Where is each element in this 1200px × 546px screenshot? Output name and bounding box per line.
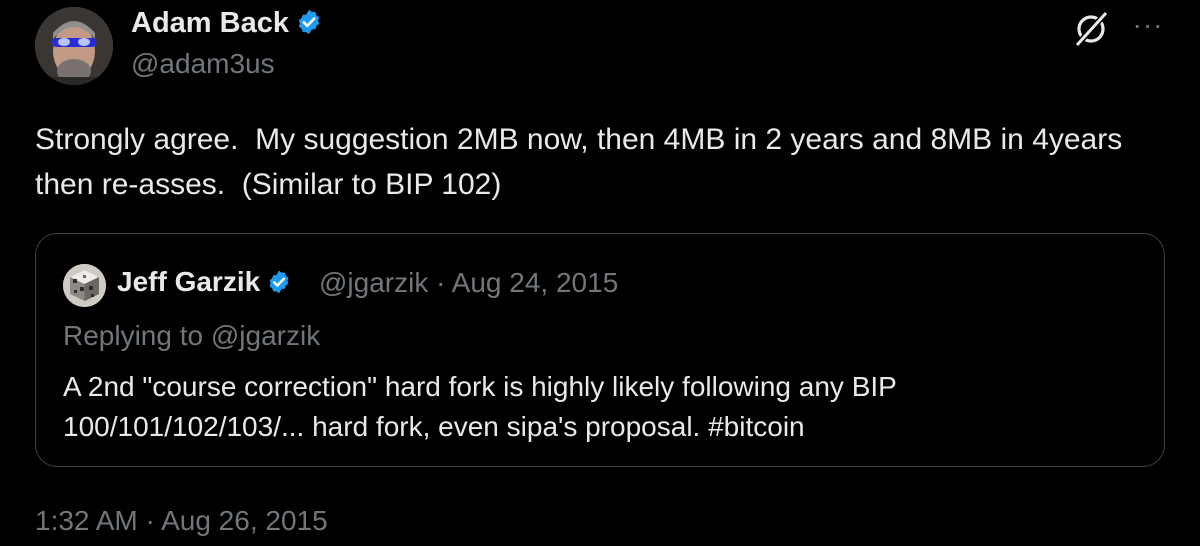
quoted-handle-date[interactable]: @jgarzik · Aug 24, 2015 [319,267,618,299]
author-handle[interactable]: @adam3us [131,48,275,80]
verified-badge-icon [295,8,323,44]
author-name-text[interactable]: Adam Back [131,7,289,39]
author-avatar-image [35,7,113,85]
quoted-avatar-image [63,264,106,307]
tweet-text: Strongly agree. My suggestion 2MB now, t… [35,123,1131,201]
quoted-author-avatar[interactable] [63,264,106,307]
tweet[interactable]: Adam Back @adam3us ··· Strongly agree. M… [0,0,1200,546]
author-name[interactable]: Adam Back [131,7,323,44]
quoted-tweet-text: A 2nd "course correction" hard fork is h… [63,371,897,442]
grok-icon[interactable] [1072,8,1112,48]
quoted-replying-to: Replying to @jgarzik [63,320,321,351]
quoted-author-name-text[interactable]: Jeff Garzik [117,266,260,297]
tweet-timestamp[interactable]: 1:32 AM · Aug 26, 2015 [35,505,328,537]
author-avatar[interactable] [35,7,113,85]
more-options-icon[interactable]: ··· [1128,10,1168,40]
quoted-author-name[interactable]: Jeff Garzik [117,266,292,302]
quoted-verified-badge-icon [266,269,292,302]
quoted-tweet[interactable]: Jeff Garzik @jgarzik · Aug 24, 2015 Repl… [35,233,1165,467]
